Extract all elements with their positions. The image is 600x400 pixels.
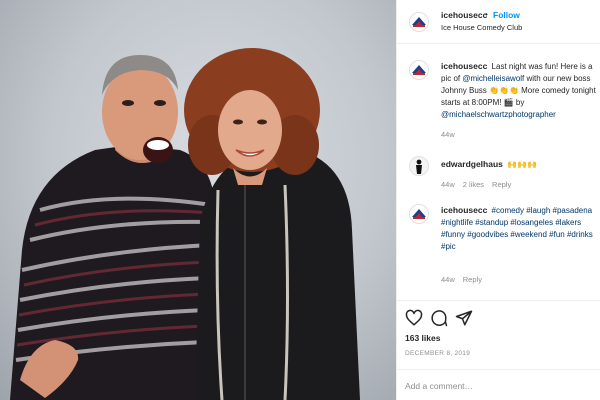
- comment-time[interactable]: 44w: [441, 180, 455, 189]
- hashtag-link[interactable]: #fun: [549, 230, 565, 239]
- avatar[interactable]: [409, 60, 429, 80]
- follow-button[interactable]: Follow: [493, 10, 520, 20]
- like-count[interactable]: 163 likes: [405, 333, 440, 343]
- comment-meta: 44w 2 likes Reply: [441, 180, 519, 189]
- post-actions: 163 likes DECEMBER 8, 2019: [397, 300, 600, 400]
- hashtag-link[interactable]: #losangeles: [510, 218, 553, 227]
- hashtag-link[interactable]: #laugh: [526, 206, 550, 215]
- caption-meta: 44w: [441, 130, 463, 139]
- add-comment-bar: [397, 369, 600, 400]
- post-side-panel: icehousecc • Follow Ice House Comedy Clu…: [396, 0, 600, 400]
- hashtag-link[interactable]: #lakers: [555, 218, 581, 227]
- comment-handle[interactable]: icehousecc: [441, 205, 487, 215]
- post-photo[interactable]: [0, 0, 396, 400]
- mention-link[interactable]: @michaelschwartzphotographer: [441, 110, 556, 119]
- hashtag-link[interactable]: #funny: [441, 230, 465, 239]
- instagram-post-window: icehousecc • Follow Ice House Comedy Clu…: [0, 0, 600, 400]
- share-icon[interactable]: [455, 309, 473, 327]
- post-header: icehousecc • Follow Ice House Comedy Clu…: [397, 0, 600, 44]
- comment-handle[interactable]: edwardgelhaus: [441, 159, 503, 169]
- comment-icon[interactable]: [430, 309, 448, 327]
- hashtag-link[interactable]: #standup: [475, 218, 508, 227]
- person-silhouette-icon: [410, 157, 428, 175]
- separator-dot: •: [485, 10, 488, 19]
- comment-time[interactable]: 44w: [441, 275, 455, 284]
- photo-illustration: [10, 48, 360, 400]
- comment-row: edwardgelhaus 🙌🙌🙌 44w 2 likes Reply: [397, 152, 600, 192]
- comment-text: edwardgelhaus 🙌🙌🙌: [441, 158, 597, 171]
- ice-house-logo-icon: [410, 205, 428, 223]
- caption-time[interactable]: 44w: [441, 130, 455, 139]
- hashtag-link[interactable]: #weekend: [510, 230, 546, 239]
- avatar[interactable]: [409, 204, 429, 224]
- reply-button[interactable]: Reply: [492, 180, 511, 189]
- hashtag-link[interactable]: #comedy: [492, 206, 524, 215]
- caption-text: icehousecc Last night was fun! Here is a…: [441, 60, 597, 121]
- hashtag-link[interactable]: #pasadena: [553, 206, 593, 215]
- reply-button[interactable]: Reply: [463, 275, 482, 284]
- avatar[interactable]: [409, 12, 429, 32]
- comment-row: icehousecc #comedy #laugh #pasadena #nig…: [397, 200, 600, 290]
- account-handle[interactable]: icehousecc: [441, 10, 487, 20]
- avatar[interactable]: [409, 156, 429, 176]
- mention-link[interactable]: @michelleisawolf: [462, 74, 524, 83]
- hashtag-link[interactable]: #goodvibes: [467, 230, 508, 239]
- account-location[interactable]: Ice House Comedy Club: [441, 23, 522, 32]
- comment-meta: 44w Reply: [441, 275, 490, 284]
- add-comment-input[interactable]: [405, 378, 595, 394]
- hashtag-link[interactable]: #drinks: [567, 230, 593, 239]
- comment-body: 🙌🙌🙌: [507, 160, 538, 169]
- caption-comment: icehousecc Last night was fun! Here is a…: [397, 54, 600, 142]
- heart-icon[interactable]: [405, 309, 423, 327]
- hashtag-link[interactable]: #nightlife: [441, 218, 473, 227]
- post-date[interactable]: DECEMBER 8, 2019: [405, 350, 470, 357]
- hashtag-link[interactable]: #pic: [441, 242, 456, 251]
- caption-handle[interactable]: icehousecc: [441, 61, 487, 71]
- comment-likes[interactable]: 2 likes: [463, 180, 484, 189]
- hashtag-comment-text: icehousecc #comedy #laugh #pasadena #nig…: [441, 204, 597, 253]
- ice-house-logo-icon: [410, 61, 428, 79]
- ice-house-logo-icon: [410, 13, 428, 31]
